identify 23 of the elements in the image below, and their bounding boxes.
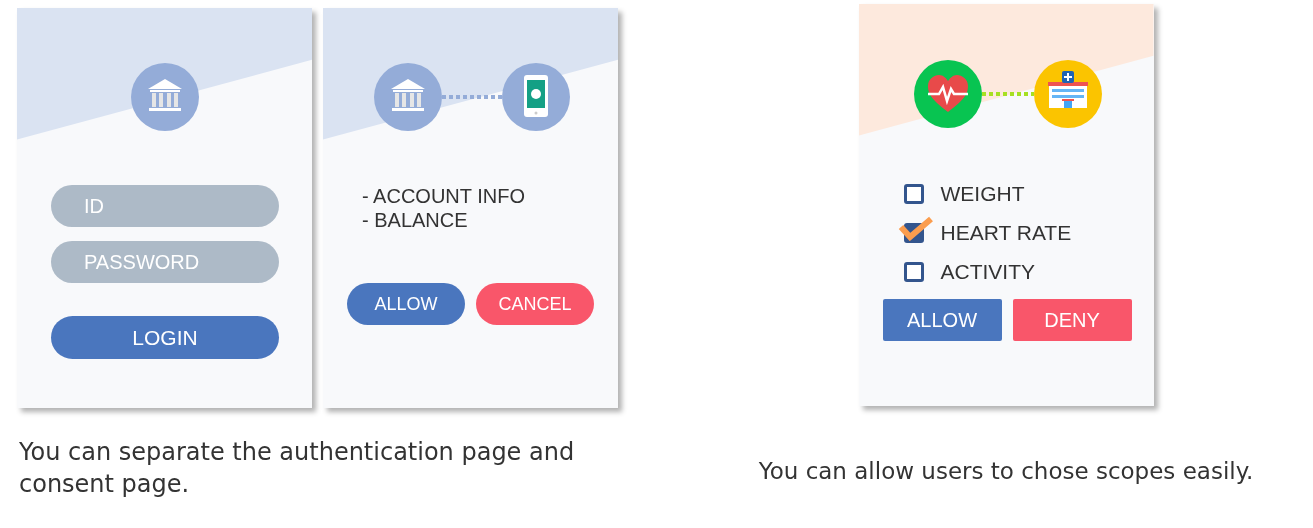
check-icon (897, 215, 934, 241)
checkbox-label: HEART RATE (940, 220, 1072, 245)
allow-button[interactable]: ALLOW (882, 299, 1002, 341)
allow-button[interactable]: ALLOW (347, 283, 465, 325)
bank-icon (374, 63, 442, 131)
deny-button[interactable]: DENY (1012, 299, 1132, 341)
checkbox-label: ACTIVITY (940, 259, 1035, 284)
caption: You can allow users to chose scopes easily. (758, 458, 1254, 484)
input-field[interactable]: ID (51, 185, 279, 227)
caption: You can separate the authentication page and consent page. (18, 437, 576, 500)
dotted-line (442, 95, 502, 99)
scope-item: - ACCOUNT INFO (362, 184, 526, 208)
bank-icon (130, 63, 199, 131)
checkbox-label: WEIGHT (940, 181, 1025, 206)
checkbox[interactable] (903, 261, 924, 282)
dotted-line (981, 92, 1034, 96)
tablet-icon (502, 63, 570, 131)
hospital-icon (1033, 60, 1102, 128)
input-field[interactable]: PASSWORD (51, 241, 279, 283)
login-button[interactable]: LOGIN (51, 316, 279, 359)
cancel-button[interactable]: CANCEL (476, 283, 594, 325)
checkbox[interactable] (903, 183, 924, 204)
scope-item: - BALANCE (362, 208, 469, 232)
